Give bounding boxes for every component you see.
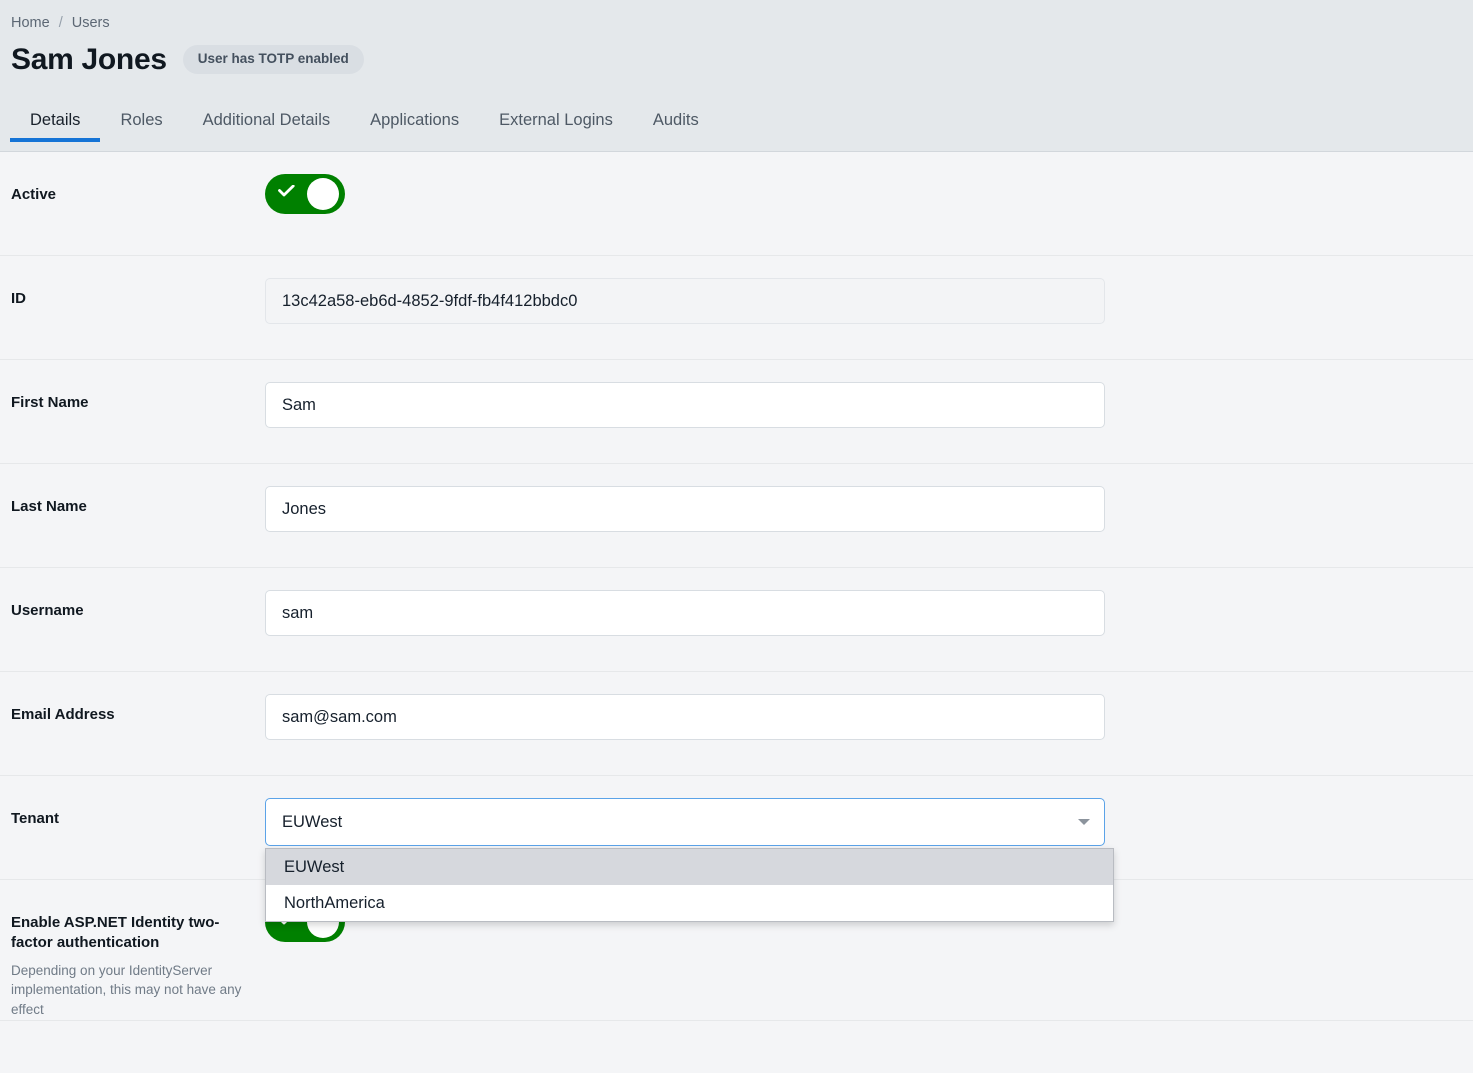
form-row-username: Username — [0, 568, 1473, 672]
label-col: ID — [0, 256, 265, 309]
field-col: EUWest EUWest NorthAmerica — [265, 776, 1473, 846]
tab-audits[interactable]: Audits — [633, 112, 719, 142]
chevron-down-icon — [1078, 819, 1090, 825]
email-input[interactable] — [265, 694, 1105, 740]
breadcrumb: Home / Users — [0, 16, 1473, 31]
label-col: Tenant — [0, 776, 265, 829]
field-col — [265, 568, 1473, 636]
active-toggle[interactable] — [265, 174, 345, 214]
tab-details[interactable]: Details — [10, 112, 100, 142]
id-field — [265, 278, 1105, 324]
breadcrumb-item-home[interactable]: Home — [11, 16, 50, 31]
label-col: First Name — [0, 360, 265, 413]
tenant-select-wrapper: EUWest EUWest NorthAmerica — [265, 798, 1105, 846]
label-col: Enable ASP.NET Identity two-factor authe… — [0, 880, 265, 1020]
tenant-dropdown-list: EUWest NorthAmerica — [265, 848, 1114, 922]
tab-applications[interactable]: Applications — [350, 112, 479, 142]
field-col — [265, 360, 1473, 428]
user-details-form: Active ID First Name Last — [0, 152, 1473, 1061]
tab-external-logins[interactable]: External Logins — [479, 112, 633, 142]
form-row-active: Active — [0, 152, 1473, 256]
toggle-knob — [307, 178, 339, 210]
tenant-option-northamerica[interactable]: NorthAmerica — [266, 885, 1113, 921]
label-col: Active — [0, 152, 265, 205]
label-col: Username — [0, 568, 265, 621]
tab-bar: Details Roles Additional Details Applica… — [0, 96, 1473, 142]
check-icon — [278, 185, 295, 195]
tenant-select[interactable]: EUWest — [265, 798, 1105, 846]
breadcrumb-item-users[interactable]: Users — [72, 16, 110, 31]
tenant-selected-value: EUWest — [282, 813, 342, 832]
last-name-label: Last Name — [11, 497, 243, 517]
bottom-spacer — [0, 1021, 1473, 1061]
tab-roles[interactable]: Roles — [100, 112, 182, 142]
form-row-id: ID — [0, 256, 1473, 360]
field-col — [265, 672, 1473, 740]
username-input[interactable] — [265, 590, 1105, 636]
form-row-email: Email Address — [0, 672, 1473, 776]
username-label: Username — [11, 601, 243, 621]
label-col: Last Name — [0, 464, 265, 517]
first-name-label: First Name — [11, 393, 243, 413]
first-name-input[interactable] — [265, 382, 1105, 428]
label-col: Email Address — [0, 672, 265, 725]
breadcrumb-separator: / — [59, 16, 63, 31]
form-row-tenant: Tenant EUWest EUWest NorthAmerica — [0, 776, 1473, 880]
page-title: Sam Jones — [11, 45, 167, 75]
two-factor-help-text: Depending on your IdentityServer impleme… — [11, 961, 243, 1020]
id-label: ID — [11, 289, 243, 309]
active-label: Active — [11, 185, 243, 205]
field-col — [265, 464, 1473, 532]
field-col — [265, 256, 1473, 324]
last-name-input[interactable] — [265, 486, 1105, 532]
page-header: Home / Users Sam Jones User has TOTP ena… — [0, 0, 1473, 152]
email-label: Email Address — [11, 705, 243, 725]
two-factor-label: Enable ASP.NET Identity two-factor authe… — [11, 913, 243, 953]
form-row-last-name: Last Name — [0, 464, 1473, 568]
field-col — [265, 152, 1473, 214]
title-row: Sam Jones User has TOTP enabled — [0, 45, 1473, 75]
form-row-first-name: First Name — [0, 360, 1473, 464]
status-badge: User has TOTP enabled — [183, 45, 364, 74]
tenant-label: Tenant — [11, 809, 243, 829]
tab-additional-details[interactable]: Additional Details — [183, 112, 351, 142]
tenant-option-euwest[interactable]: EUWest — [266, 849, 1113, 885]
